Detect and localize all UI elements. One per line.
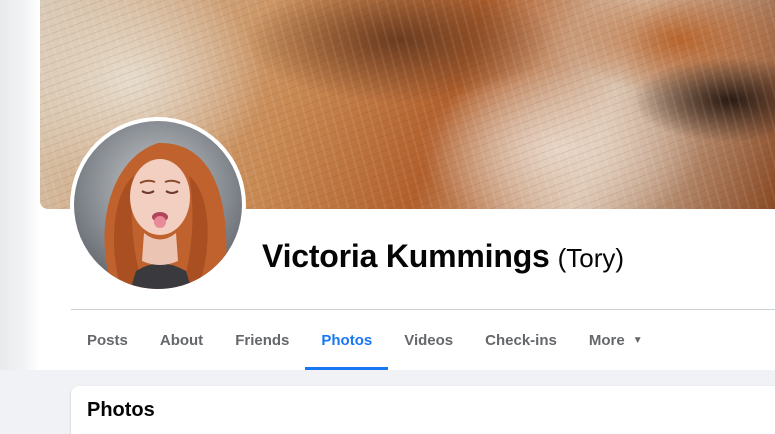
profile-picture-image [74, 121, 242, 289]
tab-posts[interactable]: Posts [71, 310, 144, 370]
tab-photos[interactable]: Photos [305, 310, 389, 370]
tab-check-ins[interactable]: Check-ins [469, 310, 573, 370]
tab-label: More [588, 331, 625, 349]
tab-label: About [159, 331, 204, 349]
tab-label: Posts [87, 331, 128, 349]
tab-label: Photos [321, 331, 373, 349]
tab-videos[interactable]: Videos [388, 310, 469, 370]
tab-friends[interactable]: Friends [219, 310, 305, 370]
profile-name-row: Victoria Kummings (Tory) [262, 238, 624, 275]
caret-down-icon: ▼ [632, 334, 643, 346]
profile-picture-illustration [104, 142, 227, 289]
tab-label: Videos [404, 331, 454, 349]
tab-label: Friends [235, 331, 290, 349]
tab-about[interactable]: About [144, 310, 219, 370]
profile-picture[interactable] [70, 117, 246, 293]
profile-alternate-name: (Tory) [557, 243, 625, 273]
tab-label: Check-ins [485, 331, 557, 349]
page-left-gutter [0, 0, 40, 370]
profile-name: Victoria Kummings [262, 238, 550, 274]
profile-tabs: Posts About Friends Photos Videos Check-… [71, 310, 659, 370]
tab-more[interactable]: More ▼ [573, 310, 659, 370]
photos-card: Photos [71, 386, 775, 434]
photos-card-title: Photos [87, 399, 155, 421]
